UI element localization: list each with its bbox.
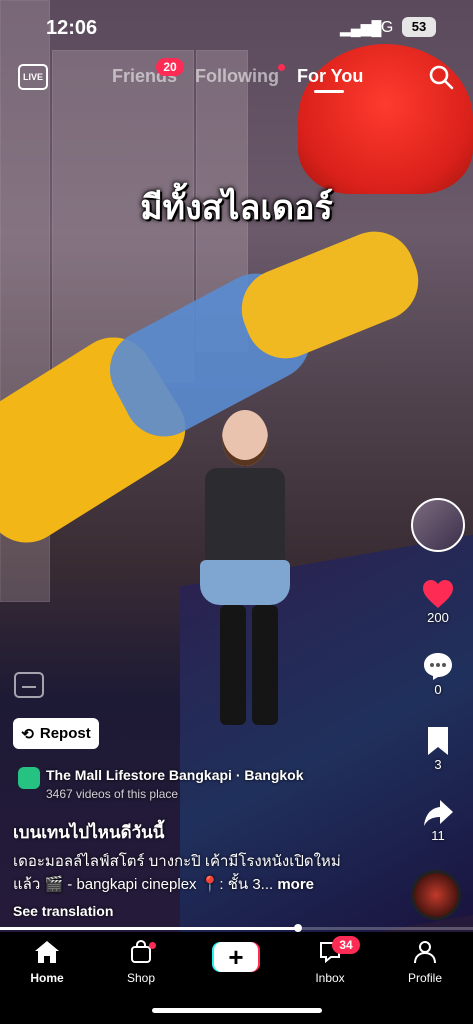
repost-label: Repost <box>39 725 91 742</box>
active-tab-indicator <box>314 90 344 93</box>
see-translation-link[interactable]: See translation <box>13 903 113 919</box>
share-button[interactable]: 11 <box>403 798 473 843</box>
creator-avatar[interactable] <box>411 498 465 552</box>
create-button[interactable]: + <box>212 942 260 972</box>
battery-icon: 53 <box>402 17 436 37</box>
video-progress-bar[interactable] <box>0 924 473 932</box>
progress-knob[interactable] <box>293 924 302 932</box>
nav-shop[interactable]: Shop <box>101 939 181 985</box>
nav-inbox[interactable]: 34 Inbox <box>290 936 370 985</box>
nav-profile[interactable]: Profile <box>385 940 465 985</box>
nav-shop-label: Shop <box>126 971 156 985</box>
inbox-badge: 34 <box>332 936 360 954</box>
slide-tube <box>229 219 431 371</box>
place-title: The Mall Lifestore Bangkapi · Bangkok <box>46 767 304 783</box>
live-icon[interactable]: LIVE <box>18 64 48 90</box>
comment-icon <box>424 653 452 680</box>
person <box>190 410 300 730</box>
comment-button[interactable]: 0 <box>403 650 473 697</box>
tab-following[interactable]: Following <box>195 66 279 87</box>
more-link[interactable]: more <box>277 876 314 893</box>
captions-icon[interactable] <box>14 672 44 698</box>
tab-for-you[interactable]: For You <box>297 66 363 87</box>
nav-home-label: Home <box>30 971 64 985</box>
top-nav: LIVE Friends 20 Following For You <box>0 58 473 94</box>
music-disc[interactable] <box>411 870 461 920</box>
nav-inbox-label: Inbox <box>315 971 345 985</box>
post-caption[interactable]: เดอะมอลล์ไลฟ์สโตร์ บางกะปิ เค้ามีโรงหนัง… <box>13 850 413 896</box>
save-count: 3 <box>434 757 442 772</box>
search-icon[interactable] <box>428 64 454 90</box>
share-count: 11 <box>431 828 445 843</box>
repost-button[interactable]: ⟲ Repost <box>13 718 99 749</box>
shop-dot <box>149 942 156 949</box>
heart-icon <box>423 580 453 608</box>
following-dot <box>278 64 285 71</box>
save-button[interactable]: 3 <box>403 725 473 772</box>
progress-fill <box>0 927 298 930</box>
video-overlay-text: มีทั้งสไลเดอร์ <box>140 189 333 227</box>
nav-profile-label: Profile <box>407 971 442 985</box>
profile-icon <box>414 941 436 964</box>
caption-line: เดอะมอลล์ไลฟ์สโตร์ บางกะปิ เค้ามีโรงหนัง… <box>13 853 341 870</box>
home-icon <box>35 941 59 963</box>
repost-icon: ⟲ <box>21 725 34 743</box>
like-count: 200 <box>427 610 449 625</box>
location-pin-icon <box>18 767 40 789</box>
place-subtitle: 3467 videos of this place <box>46 787 179 801</box>
network-label: 4G <box>372 19 394 36</box>
share-icon <box>424 800 453 826</box>
comment-count: 0 <box>434 682 442 697</box>
bookmark-icon <box>428 727 448 755</box>
like-button[interactable]: 200 <box>403 578 473 625</box>
creator-username[interactable]: เบนเทนไปไหนดีวันนี้ <box>13 819 164 846</box>
status-bar: 12:06 ▂▄▆█ 4G 53 <box>0 0 473 56</box>
home-indicator <box>152 1008 322 1013</box>
caption-line: แล้ว 🎬 - bangkapi cineplex 📍: ชั้น 3... <box>13 876 274 893</box>
status-time: 12:06 <box>46 17 98 39</box>
nav-home[interactable]: Home <box>7 940 87 985</box>
friends-badge: 20 <box>156 58 184 76</box>
plus-icon: + <box>214 942 258 972</box>
